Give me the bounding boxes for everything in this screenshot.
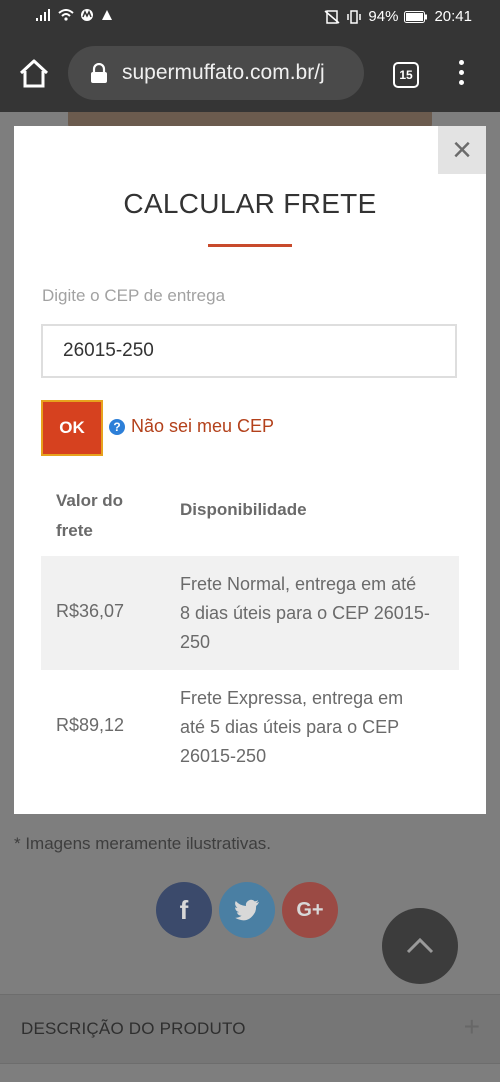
unknown-cep-link[interactable]: ? Não sei meu CEP (109, 416, 274, 437)
browser-toolbar: supermuffato.com.br/j 15 (0, 36, 500, 112)
twitter-icon (235, 899, 259, 921)
ok-button[interactable]: OK (41, 400, 103, 456)
table-row: R$36,07 Frete Normal, entrega em até 8 d… (41, 556, 459, 670)
facebook-share-button[interactable]: f (156, 882, 212, 938)
cep-label: Digite o CEP de entrega (42, 286, 226, 305)
image-disclaimer: * Imagens meramente ilustrativas. (14, 834, 271, 853)
twitter-share-button[interactable] (219, 882, 275, 938)
expand-icon: + (463, 1011, 480, 1042)
product-description-accordion[interactable]: DESCRIÇÃO DO PRODUTO + (0, 994, 500, 1064)
clock: 20:41 (434, 8, 472, 25)
header-availability: Disponibilidade (180, 500, 307, 519)
vibrate-icon (347, 9, 362, 24)
home-icon[interactable] (18, 58, 50, 90)
question-icon: ? (109, 418, 125, 435)
shipping-description: Frete Expressa, entrega em até 5 dias út… (180, 688, 404, 766)
status-right: 94% 20:41 (324, 8, 472, 25)
close-button[interactable]: × (438, 126, 486, 174)
url-text: supermuffato.com.br/j (122, 61, 325, 84)
shipping-description: Frete Normal, entrega em até 8 dias útei… (180, 574, 430, 652)
app-icon (81, 9, 93, 21)
modal-title: CALCULAR FRETE (123, 188, 377, 219)
address-bar[interactable]: supermuffato.com.br/j (68, 46, 364, 100)
description-title: DESCRIÇÃO DO PRODUTO (21, 1019, 246, 1038)
wifi-icon (58, 9, 74, 21)
unknown-cep-text: Não sei meu CEP (131, 416, 275, 436)
notification-icon (102, 10, 112, 20)
scroll-to-top-button[interactable] (382, 908, 458, 984)
overflow-menu-icon[interactable] (454, 60, 468, 90)
battery-percent: 94% (368, 8, 399, 25)
cep-input[interactable] (41, 324, 457, 378)
battery-icon (404, 10, 428, 23)
lock-icon (91, 63, 107, 83)
table-row: R$89,12 Frete Expressa, entrega em até 5… (41, 670, 459, 784)
status-left (36, 8, 114, 22)
no-sim-icon (324, 9, 340, 24)
google-plus-share-button[interactable]: G+ (282, 882, 338, 938)
shipping-price: R$89,12 (56, 715, 125, 735)
header-shipping-value: Valor do frete (56, 491, 124, 540)
tab-switcher-button[interactable]: 15 (393, 62, 419, 88)
signal-icon (36, 9, 50, 21)
shipping-price: R$36,07 (56, 601, 125, 621)
shipping-calculator-modal: × CALCULAR FRETE Digite o CEP de entrega… (14, 126, 486, 814)
status-bar: 94% 20:41 (0, 0, 500, 36)
chevron-up-icon (406, 937, 434, 954)
title-underline (208, 244, 292, 247)
